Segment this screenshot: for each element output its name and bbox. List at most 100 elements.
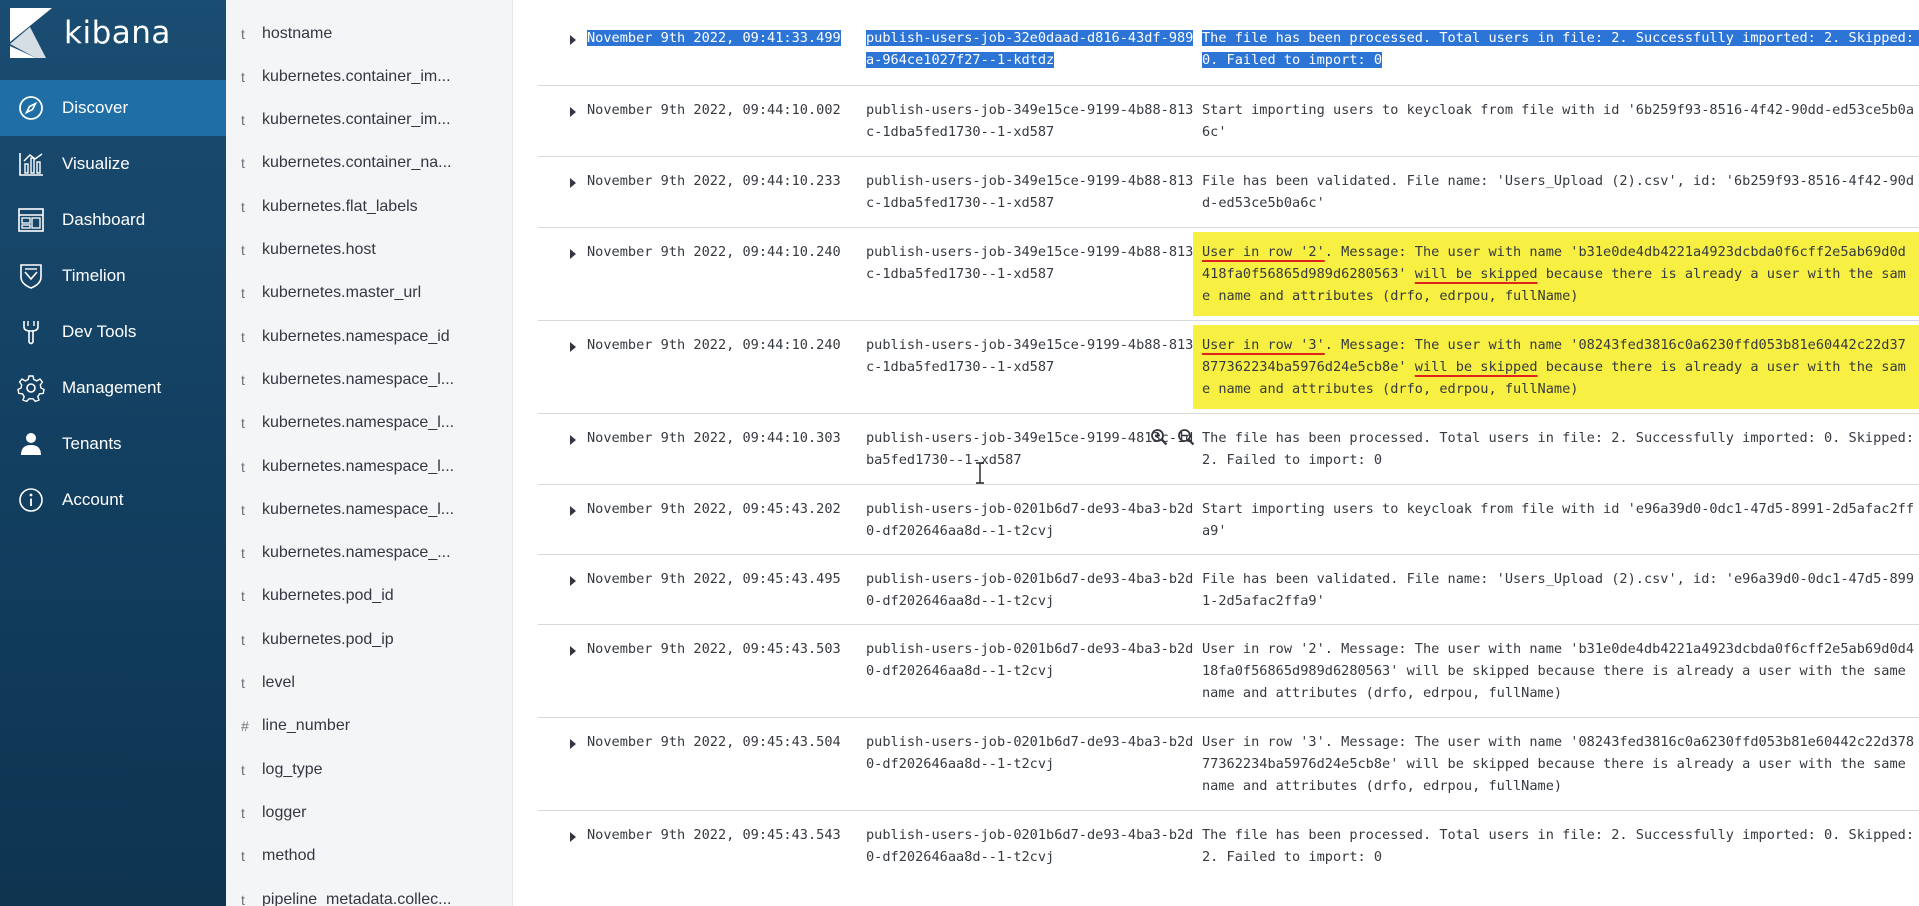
field-item[interactable]: t level [226, 662, 512, 705]
zoom-out-icon[interactable] [1177, 428, 1195, 450]
nav-item-management[interactable]: Management [0, 360, 226, 416]
message-cell: Start importing users to keycloak from f… [1202, 99, 1919, 143]
compass-icon [0, 95, 62, 121]
expand-row-icon[interactable] [568, 248, 580, 260]
field-item[interactable]: t kubernetes.namespace_id [226, 315, 512, 358]
field-item[interactable]: t kubernetes.namespace_... [226, 532, 512, 575]
document-row[interactable]: November 9th 2022, 09:45:43.504 publish-u… [538, 717, 1919, 810]
field-item[interactable]: t hostname [226, 12, 512, 55]
document-row[interactable]: November 9th 2022, 09:45:43.495 publish-u… [538, 554, 1919, 624]
pod-name-text: publish-users-job-349e15ce-9199-4b88-813… [866, 337, 1194, 375]
nav-item-dev-tools[interactable]: Dev Tools [0, 304, 226, 360]
timestamp-cell: November 9th 2022, 09:45:43.543 [587, 824, 862, 846]
field-name: log_type [262, 760, 323, 778]
timestamp-text: November 9th 2022, 09:45:43.495 [587, 571, 841, 587]
timestamp-text: November 9th 2022, 09:45:43.543 [587, 827, 841, 843]
field-name: level [262, 674, 295, 691]
field-item[interactable]: t log_type [226, 748, 512, 791]
document-row[interactable]: November 9th 2022, 09:44:10.002 publish-u… [538, 85, 1919, 156]
message-cell: Start importing users to keycloak from f… [1202, 498, 1919, 542]
nav-item-timelion[interactable]: Timelion [0, 248, 226, 304]
kibana-logo[interactable]: kibana [10, 6, 171, 60]
timestamp-cell: November 9th 2022, 09:45:43.495 [587, 568, 862, 590]
field-type-icon: # [241, 718, 249, 735]
document-row[interactable]: November 9th 2022, 09:45:43.503 publish-u… [538, 624, 1919, 717]
document-row[interactable]: November 9th 2022, 09:41:33.499 publish-u… [538, 14, 1919, 85]
text-cursor-icon [976, 462, 984, 484]
field-name: kubernetes.container_na... [262, 154, 452, 172]
field-type-icon: t [241, 285, 245, 302]
info-icon [0, 487, 62, 513]
field-item[interactable]: t logger [226, 791, 512, 834]
zoom-in-icon[interactable] [1150, 428, 1168, 450]
field-item[interactable]: t pipeline_metadata.collec... [226, 878, 512, 906]
field-item[interactable]: t kubernetes.flat_labels [226, 185, 512, 228]
expand-row-icon[interactable] [568, 575, 580, 587]
nav-label: Dev Tools [62, 322, 137, 341]
nav-label: Management [62, 378, 162, 397]
document-row[interactable]: November 9th 2022, 09:45:43.202 publish-u… [538, 484, 1919, 554]
field-item[interactable]: t kubernetes.master_url [226, 272, 512, 315]
field-type-icon: t [241, 155, 245, 172]
nav-item-tenants[interactable]: Tenants [0, 416, 226, 472]
field-item[interactable]: t kubernetes.pod_ip [226, 618, 512, 661]
field-name: pipeline_metadata.collec... [262, 890, 452, 906]
expand-row-icon[interactable] [568, 34, 580, 46]
field-item[interactable]: t kubernetes.container_im... [226, 99, 512, 142]
field-item[interactable]: t kubernetes.namespace_l... [226, 445, 512, 488]
field-item[interactable]: t kubernetes.container_na... [226, 142, 512, 185]
expand-row-icon[interactable] [568, 341, 580, 353]
document-row[interactable]: November 9th 2022, 09:44:10.303 publish-u… [538, 413, 1919, 484]
field-name: kubernetes.namespace_l... [262, 414, 455, 432]
field-item[interactable]: t method [226, 835, 512, 878]
expand-row-icon[interactable] [568, 177, 580, 189]
field-type-icon: t [241, 588, 245, 605]
field-item[interactable]: t kubernetes.namespace_l... [226, 488, 512, 531]
nav-item-discover[interactable]: Discover [0, 80, 226, 136]
message-cell: User in row '2'. Message: The user with … [1202, 638, 1919, 704]
expand-row-icon[interactable] [568, 505, 580, 517]
timestamp-text: November 9th 2022, 09:45:43.202 [587, 501, 841, 517]
field-item[interactable]: t kubernetes.namespace_l... [226, 402, 512, 445]
field-item[interactable]: # line_number [226, 705, 512, 748]
message-cell: File has been validated. File name: 'Use… [1202, 568, 1919, 612]
pod-name-text: publish-users-job-0201b6d7-de93-4ba3-b2d… [866, 641, 1194, 679]
expand-row-icon[interactable] [568, 434, 580, 446]
document-row[interactable]: November 9th 2022, 09:44:10.233 publish-u… [538, 156, 1919, 227]
field-name: logger [262, 803, 307, 821]
timestamp-text: November 9th 2022, 09:44:10.002 [587, 102, 841, 118]
expand-row-icon[interactable] [568, 106, 580, 118]
document-table: November 9th 2022, 09:41:33.499 publish-u… [512, 0, 1919, 906]
field-item[interactable]: t kubernetes.namespace_l... [226, 358, 512, 401]
timestamp-text: November 9th 2022, 09:44:10.240 [587, 244, 841, 260]
expand-row-icon[interactable] [568, 831, 580, 843]
nav-item-account[interactable]: Account [0, 472, 226, 528]
timestamp-cell: November 9th 2022, 09:44:10.240 [587, 241, 862, 263]
document-row[interactable]: November 9th 2022, 09:44:10.240 publish-u… [538, 227, 1919, 320]
expand-row-icon[interactable] [568, 645, 580, 657]
field-name: kubernetes.master_url [262, 284, 422, 302]
field-name: kubernetes.pod_id [262, 587, 394, 605]
field-item[interactable]: t kubernetes.host [226, 229, 512, 272]
pod-name-text: publish-users-job-349e15ce-9199-4813c-1d… [866, 430, 1194, 468]
field-name: kubernetes.namespace_id [262, 327, 450, 345]
nav-item-visualize[interactable]: Visualize [0, 136, 226, 192]
side-nav: kibana Discover Visualize Dashboard Time… [0, 0, 226, 906]
expand-row-icon[interactable] [568, 738, 580, 750]
timestamp-cell: November 9th 2022, 09:44:10.002 [587, 99, 862, 121]
field-item[interactable]: t kubernetes.container_im... [226, 55, 512, 98]
nav-item-dashboard[interactable]: Dashboard [0, 192, 226, 248]
field-item[interactable]: t kubernetes.pod_id [226, 575, 512, 618]
pod-name-cell: publish-users-job-349e15ce-9199-4b88-813… [866, 170, 1196, 214]
document-row[interactable]: November 9th 2022, 09:44:10.240 publish-u… [538, 320, 1919, 413]
nav-label: Dashboard [62, 210, 146, 229]
pod-name-cell: publish-users-job-0201b6d7-de93-4ba3-b2d… [866, 824, 1196, 868]
timestamp-cell: November 9th 2022, 09:44:10.233 [587, 170, 862, 192]
field-type-icon: t [241, 631, 245, 648]
kibana-logo-icon [10, 8, 52, 58]
document-row[interactable]: November 9th 2022, 09:45:43.543 publish-u… [538, 810, 1919, 890]
underlined-message-text: will be skipped [1414, 266, 1538, 282]
pod-name-cell: publish-users-job-349e15ce-9199-4b88-813… [866, 99, 1196, 143]
pod-name-text: publish-users-job-0201b6d7-de93-4ba3-b2d… [866, 734, 1194, 772]
message-cell: File has been validated. File name: 'Use… [1202, 170, 1919, 214]
